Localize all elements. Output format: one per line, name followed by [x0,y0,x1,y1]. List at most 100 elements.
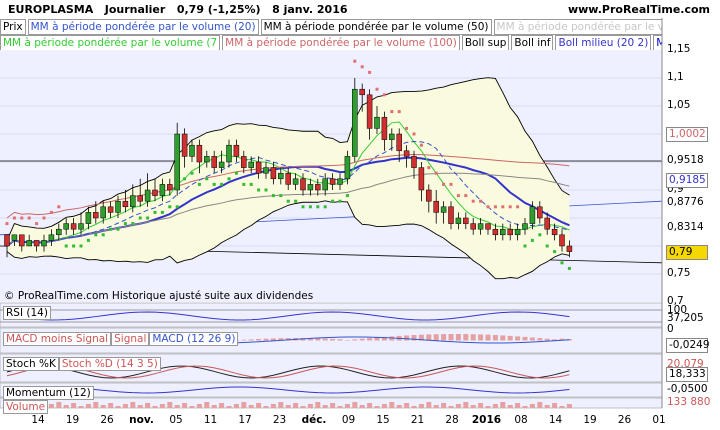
volume-bar-24 [182,403,188,408]
x-tick-10: 15 [376,414,390,426]
macd-bar-34 [256,339,262,341]
volume-bar-57 [426,402,432,408]
volume-bar-53 [396,405,402,408]
sar-dot-48 [360,65,364,69]
sar-dot-59 [442,182,446,186]
sar-dot-4 [35,222,39,226]
sar-dot-46 [345,194,349,198]
volume-bar-8 [63,405,69,408]
x-tick-4: 05 [169,414,183,426]
sar-dot-12 [94,233,98,237]
sar-dot-37 [279,194,283,198]
volume-bar-35 [263,406,269,408]
price-tick-5: 0,8776 [667,195,704,208]
x-tick-9: 09 [341,414,356,426]
sar-dot-38 [286,199,290,203]
volume-bar-45 [337,406,343,408]
sar-dot-9 [72,244,76,248]
macd-bar-63 [470,334,476,341]
sar-dot-1 [12,216,16,220]
sar-dot-53 [397,110,401,114]
sar-dot-5 [42,216,46,220]
volume-bar-65 [485,406,491,408]
sar-dot-13 [101,233,105,237]
volume-bar-39 [293,403,299,408]
sar-dot-42 [316,205,320,209]
sar-dot-31 [234,171,238,175]
volume-bar-23 [174,405,180,408]
volume-bar-74 [552,403,558,408]
sar-dot-7 [57,205,61,209]
sar-dot-47 [353,59,357,63]
x-tick-3: nov. [129,414,154,426]
volume-bar-64 [478,403,484,408]
sar-dot-36 [271,194,275,198]
macd-labels[interactable]: MACD moins Signal Signal MACD (12 26 9) [3,332,239,346]
stoch-labels[interactable]: Stoch %K Stoch %D (14 3 5) [3,357,161,371]
volume-bar-41 [307,404,313,408]
volume-bar-42 [315,402,321,408]
sar-dot-11 [86,238,90,242]
momentum-label[interactable]: Momentum (12) [3,386,94,400]
sar-dot-58 [434,171,438,175]
sar-dot-6 [49,210,53,214]
volume-bar-9 [71,403,77,408]
sar-dot-45 [338,199,342,203]
macd-bar-64 [478,334,484,341]
macd-bar-68 [507,335,513,341]
volume-bar-27 [204,402,210,408]
stoch-k-value: 18,333 [666,367,708,382]
macd-bar-50 [374,337,380,341]
x-tick-13: 2016 [471,414,502,426]
macd-bar-60 [448,334,454,341]
rsi-label[interactable]: RSI (14) [3,306,51,320]
price-tick-1: 1,1 [667,71,684,83]
sar-dot-19 [146,216,150,220]
macd-bar-48 [359,338,365,341]
sar-dot-14 [109,227,113,231]
macd-bar-67 [500,335,506,341]
volume-bar-14 [108,403,114,408]
sar-dot-55 [412,132,416,136]
volume-bar-60 [448,406,454,408]
x-tick-16: 19 [583,414,597,426]
volume-bar-10 [78,406,84,408]
volume-bar-34 [256,403,262,408]
x-tick-0: 14 [31,414,45,426]
sar-dot-63 [471,199,475,203]
rsi-min-tick: 0 [667,323,674,335]
macd-bar-49 [367,338,373,341]
sar-dot-57 [427,166,431,170]
volume-bar-11 [85,404,91,408]
volume-bar-75 [559,406,565,408]
macd-bar-69 [515,336,521,341]
macd-bar-57 [426,334,432,341]
volume-bar-33 [248,405,254,408]
x-tick-1: 19 [65,414,80,426]
x-tick-2: 26 [100,414,114,426]
sar-dot-60 [449,182,453,186]
volume-label[interactable]: Volume [3,400,49,414]
panel-bg-0 [0,302,663,328]
volume-bar-25 [189,406,195,408]
volume-bar-26 [196,404,202,408]
sar-dot-68 [508,205,512,209]
macd-bar-73 [544,338,550,341]
volume-bar-20 [152,406,158,408]
volume-bar-22 [167,402,173,408]
macd-bar-59 [441,334,447,341]
macd-bar-36 [270,338,276,341]
sar-dot-39 [294,199,298,203]
volume-bar-68 [507,405,513,408]
sar-dot-23 [175,205,179,209]
volume-bar-13 [100,405,106,408]
volume-bar-31 [233,404,239,408]
sar-dot-16 [123,222,127,226]
volume-bar-7 [56,402,62,408]
volume-bar-21 [159,404,165,408]
volume-bar-67 [500,402,506,408]
sar-dot-33 [249,182,253,186]
volume-bar-49 [367,403,373,408]
price-tick-0: 1,15 [667,43,691,55]
x-tick-11: 21 [410,414,425,426]
